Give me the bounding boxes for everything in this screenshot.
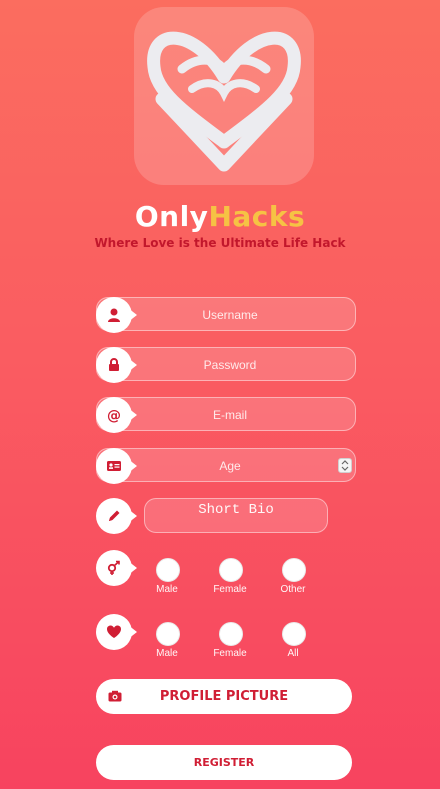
gender-female-radio[interactable] — [219, 558, 243, 582]
age-input[interactable] — [133, 449, 327, 483]
profile-picture-button[interactable]: PROFILE PICTURE — [96, 679, 352, 714]
at-icon: @ — [96, 397, 137, 433]
app-logo — [134, 7, 314, 185]
age-stepper[interactable] — [338, 458, 352, 473]
profile-picture-label: PROFILE PICTURE — [159, 689, 289, 704]
tagline: Where Love is the Ultimate Life Hack — [94, 236, 346, 250]
bio-textarea[interactable] — [145, 499, 327, 532]
interest-all-radio[interactable] — [282, 622, 306, 646]
gender-male-label: Male — [156, 584, 178, 595]
svg-text:@: @ — [107, 408, 121, 423]
password-input[interactable] — [133, 348, 327, 382]
register-label: REGISTER — [193, 756, 255, 769]
interest-all-label: All — [287, 648, 299, 659]
username-input[interactable] — [133, 298, 327, 332]
brand-name-part2: Hacks — [208, 200, 306, 233]
user-icon — [96, 297, 137, 333]
gender-icon — [96, 550, 137, 586]
heart-icon — [96, 614, 137, 650]
interest-female-radio[interactable] — [219, 622, 243, 646]
gender-male-radio[interactable] — [156, 558, 180, 582]
brand-name-part1: Only — [134, 200, 209, 233]
gender-female-label: Female — [213, 584, 247, 595]
lock-icon — [96, 347, 137, 383]
interest-male-radio[interactable] — [156, 622, 180, 646]
register-button[interactable]: REGISTER — [96, 745, 352, 780]
email-input[interactable] — [133, 398, 327, 432]
interest-male-label: Male — [156, 648, 178, 659]
interest-female-label: Female — [213, 648, 247, 659]
gender-other-label: Other — [280, 584, 306, 595]
id-card-icon — [96, 448, 137, 484]
heart-logo-icon — [147, 31, 301, 172]
bio-field-box — [144, 498, 328, 533]
brand-name: OnlyHacks — [0, 200, 440, 233]
pencil-icon — [96, 498, 137, 534]
gender-other-radio[interactable] — [282, 558, 306, 582]
